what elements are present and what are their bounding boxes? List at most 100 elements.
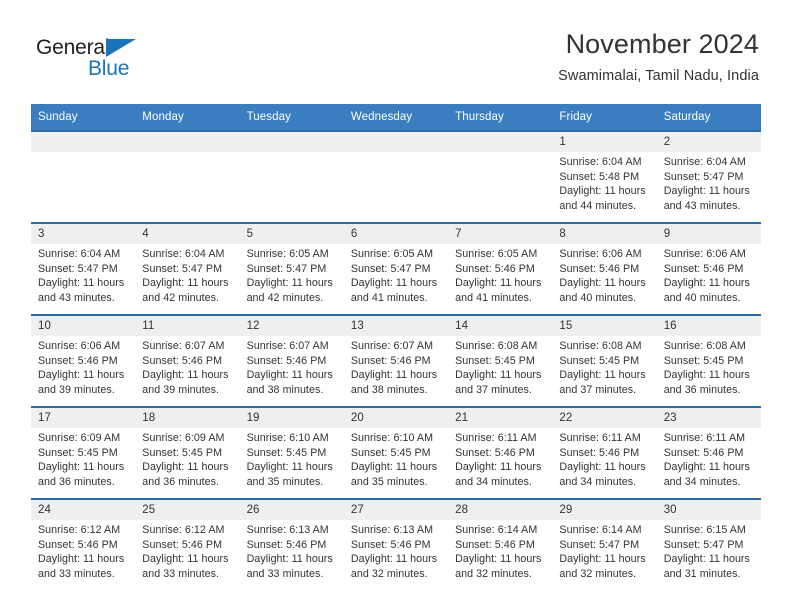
- calendar-day-cell[interactable]: 12 Sunrise: 6:07 AM Sunset: 5:46 PM Dayligh…: [239, 314, 344, 407]
- calendar-day-cell[interactable]: 16 Sunrise: 6:08 AM Sunset: 5:45 PM Dayligh…: [656, 314, 761, 407]
- calendar-day-cell[interactable]: 3 Sunrise: 6:04 AM Sunset: 5:47 PM Daylight…: [31, 222, 136, 315]
- calendar-day-cell[interactable]: 29 Sunrise: 6:14 AM Sunset: 5:47 PM Dayligh…: [552, 498, 657, 590]
- day-number: 10: [31, 316, 136, 336]
- calendar-day-cell[interactable]: 10 Sunrise: 6:06 AM Sunset: 5:46 PM Dayligh…: [31, 314, 136, 407]
- daylight-line: Daylight: 11 hours and 44 minutes.: [559, 185, 646, 212]
- calendar-day-cell[interactable]: 18 Sunrise: 6:09 AM Sunset: 5:45 PM Dayligh…: [135, 406, 240, 499]
- daylight-line: Daylight: 11 hours and 43 minutes.: [38, 277, 125, 304]
- sunset-line: Sunset: 5:46 PM: [559, 262, 640, 275]
- day-number: 28: [448, 500, 553, 520]
- sunrise-line: Sunrise: 6:09 AM: [142, 432, 225, 444]
- sunset-line: Sunset: 5:46 PM: [246, 538, 327, 551]
- sunset-line: Sunset: 5:46 PM: [350, 538, 431, 551]
- day-cell-inner: 20 Sunrise: 6:10 AM Sunset: 5:45 PM Dayligh…: [343, 408, 449, 498]
- calendar-day-cell-empty[interactable]: [343, 130, 449, 223]
- calendar-day-cell[interactable]: 7 Sunrise: 6:05 AM Sunset: 5:46 PM Daylight…: [448, 222, 553, 315]
- day-number: 7: [448, 224, 553, 244]
- calendar-day-cell[interactable]: 25 Sunrise: 6:12 AM Sunset: 5:46 PM Dayligh…: [135, 498, 240, 590]
- sunset-line: Sunset: 5:46 PM: [455, 262, 535, 275]
- calendar-day-cell[interactable]: 21 Sunrise: 6:11 AM Sunset: 5:46 PM Dayligh…: [448, 406, 553, 499]
- sunrise-line: Sunrise: 6:04 AM: [142, 248, 225, 260]
- day-cell-inner: 5 Sunrise: 6:05 AM Sunset: 5:47 PM Daylight…: [239, 224, 344, 314]
- daylight-line: Daylight: 11 hours and 42 minutes.: [246, 277, 333, 304]
- sunset-line: Sunset: 5:46 PM: [38, 538, 118, 551]
- sunset-line: Sunset: 5:45 PM: [663, 354, 744, 367]
- calendar-day-cell[interactable]: 19 Sunrise: 6:10 AM Sunset: 5:45 PM Dayligh…: [239, 406, 344, 499]
- calendar-day-cell-empty[interactable]: [135, 130, 240, 223]
- day-sun-info: Sunrise: 6:08 AM Sunset: 5:45 PM Daylight:…: [448, 336, 552, 397]
- day-sun-info: Sunrise: 6:05 AM Sunset: 5:46 PM Daylight:…: [448, 244, 552, 305]
- calendar-day-cell[interactable]: 11 Sunrise: 6:07 AM Sunset: 5:46 PM Dayligh…: [135, 314, 240, 407]
- sunrise-line: Sunrise: 6:11 AM: [455, 432, 537, 444]
- calendar-day-cell[interactable]: 20 Sunrise: 6:10 AM Sunset: 5:45 PM Dayligh…: [343, 406, 449, 499]
- calendar-day-cell[interactable]: 15 Sunrise: 6:08 AM Sunset: 5:45 PM Dayligh…: [552, 314, 657, 407]
- daylight-line: Daylight: 11 hours and 40 minutes.: [663, 277, 750, 304]
- calendar-day-cell[interactable]: 23 Sunrise: 6:11 AM Sunset: 5:46 PM Dayligh…: [656, 406, 761, 499]
- daylight-line: Daylight: 11 hours and 33 minutes.: [38, 553, 125, 580]
- calendar-day-cell[interactable]: 5 Sunrise: 6:05 AM Sunset: 5:47 PM Daylight…: [239, 222, 344, 315]
- calendar-day-cell[interactable]: 26 Sunrise: 6:13 AM Sunset: 5:46 PM Dayligh…: [239, 498, 344, 590]
- sunset-line: Sunset: 5:47 PM: [38, 262, 118, 275]
- day-sun-info: Sunrise: 6:11 AM Sunset: 5:46 PM Daylight:…: [448, 428, 552, 489]
- daylight-line: Daylight: 11 hours and 40 minutes.: [559, 277, 646, 304]
- sunrise-line: Sunrise: 6:06 AM: [38, 340, 121, 352]
- sunrise-line: Sunrise: 6:04 AM: [559, 156, 642, 168]
- day-number: 30: [656, 500, 761, 520]
- day-number: 19: [239, 408, 344, 428]
- daylight-line: Daylight: 11 hours and 43 minutes.: [663, 185, 750, 212]
- sunrise-line: Sunrise: 6:07 AM: [246, 340, 329, 352]
- day-number: 18: [135, 408, 240, 428]
- calendar-header-row: Sunday Monday Tuesday Wednesday Thursday…: [31, 104, 761, 131]
- daylight-line: Daylight: 11 hours and 36 minutes.: [142, 461, 229, 488]
- daylight-line: Daylight: 11 hours and 39 minutes.: [38, 369, 125, 396]
- day-cell-inner: 17 Sunrise: 6:09 AM Sunset: 5:45 PM Dayligh…: [31, 408, 136, 498]
- calendar-day-cell[interactable]: 8 Sunrise: 6:06 AM Sunset: 5:46 PM Daylight…: [552, 222, 657, 315]
- daylight-line: Daylight: 11 hours and 38 minutes.: [246, 369, 333, 396]
- sunrise-line: Sunrise: 6:08 AM: [663, 340, 746, 352]
- calendar-day-cell[interactable]: 2 Sunrise: 6:04 AM Sunset: 5:47 PM Daylight…: [656, 130, 761, 223]
- day-cell-inner: 19 Sunrise: 6:10 AM Sunset: 5:45 PM Dayligh…: [239, 408, 344, 498]
- calendar-day-cell-empty[interactable]: [31, 130, 136, 223]
- day-sun-info: Sunrise: 6:05 AM Sunset: 5:47 PM Daylight:…: [240, 244, 344, 305]
- calendar-day-cell[interactable]: 4 Sunrise: 6:04 AM Sunset: 5:47 PM Daylight…: [135, 222, 240, 315]
- sunrise-line: Sunrise: 6:05 AM: [455, 248, 538, 260]
- calendar-day-cell[interactable]: 13 Sunrise: 6:07 AM Sunset: 5:46 PM Dayligh…: [343, 314, 449, 407]
- day-sun-info: Sunrise: 6:04 AM Sunset: 5:48 PM Daylight:…: [552, 152, 656, 213]
- calendar-day-cell-empty[interactable]: [239, 130, 344, 223]
- calendar-day-cell[interactable]: 24 Sunrise: 6:12 AM Sunset: 5:46 PM Dayligh…: [31, 498, 136, 590]
- calendar-day-cell[interactable]: 28 Sunrise: 6:14 AM Sunset: 5:46 PM Dayligh…: [448, 498, 553, 590]
- calendar-day-cell[interactable]: 14 Sunrise: 6:08 AM Sunset: 5:45 PM Dayligh…: [448, 314, 553, 407]
- sunset-line: Sunset: 5:46 PM: [559, 446, 640, 459]
- calendar-day-cell[interactable]: 6 Sunrise: 6:05 AM Sunset: 5:47 PM Daylight…: [343, 222, 449, 315]
- calendar-day-cell[interactable]: 1 Sunrise: 6:04 AM Sunset: 5:48 PM Daylight…: [552, 130, 657, 223]
- day-cell-inner: 14 Sunrise: 6:08 AM Sunset: 5:45 PM Dayligh…: [448, 316, 553, 406]
- sunset-line: Sunset: 5:47 PM: [663, 170, 744, 183]
- daylight-line: Daylight: 11 hours and 36 minutes.: [38, 461, 125, 488]
- page-header: General Blue November 2024 Swamimalai, T…: [0, 0, 792, 100]
- day-cell-inner: 22 Sunrise: 6:11 AM Sunset: 5:46 PM Dayligh…: [552, 408, 657, 498]
- sunrise-line: Sunrise: 6:05 AM: [246, 248, 329, 260]
- sunrise-line: Sunrise: 6:14 AM: [559, 524, 642, 536]
- daylight-line: Daylight: 11 hours and 34 minutes.: [663, 461, 750, 488]
- calendar-day-cell[interactable]: 9 Sunrise: 6:06 AM Sunset: 5:46 PM Daylight…: [656, 222, 761, 315]
- day-sun-info: Sunrise: 6:06 AM Sunset: 5:46 PM Daylight:…: [31, 336, 135, 397]
- sunrise-line: Sunrise: 6:06 AM: [559, 248, 642, 260]
- weekday-header-monday: Monday: [135, 104, 240, 131]
- calendar-day-cell[interactable]: 17 Sunrise: 6:09 AM Sunset: 5:45 PM Dayligh…: [31, 406, 136, 499]
- calendar-day-cell-empty[interactable]: [448, 130, 553, 223]
- day-cell-inner: 16 Sunrise: 6:08 AM Sunset: 5:45 PM Dayligh…: [656, 316, 761, 406]
- sunset-line: Sunset: 5:48 PM: [559, 170, 640, 183]
- daylight-line: Daylight: 11 hours and 32 minutes.: [350, 553, 438, 580]
- day-sun-info: Sunrise: 6:12 AM Sunset: 5:46 PM Daylight:…: [135, 520, 239, 581]
- calendar-day-cell[interactable]: 27 Sunrise: 6:13 AM Sunset: 5:46 PM Dayligh…: [343, 498, 449, 590]
- calendar-week-row: 10 Sunrise: 6:06 AM Sunset: 5:46 PM Dayligh…: [31, 314, 761, 407]
- day-cell-inner: 23 Sunrise: 6:11 AM Sunset: 5:46 PM Dayligh…: [656, 408, 761, 498]
- day-sun-info: Sunrise: 6:04 AM Sunset: 5:47 PM Daylight:…: [31, 244, 135, 305]
- weekday-header-tuesday: Tuesday: [239, 104, 344, 131]
- day-cell-inner: 9 Sunrise: 6:06 AM Sunset: 5:46 PM Daylight…: [656, 224, 761, 314]
- calendar-day-cell[interactable]: 30 Sunrise: 6:15 AM Sunset: 5:47 PM Dayligh…: [656, 498, 761, 590]
- daylight-line: Daylight: 11 hours and 37 minutes.: [559, 369, 646, 396]
- weekday-header-sunday: Sunday: [31, 104, 136, 131]
- calendar-day-cell[interactable]: 22 Sunrise: 6:11 AM Sunset: 5:46 PM Dayligh…: [552, 406, 657, 499]
- daylight-line: Daylight: 11 hours and 33 minutes.: [142, 553, 229, 580]
